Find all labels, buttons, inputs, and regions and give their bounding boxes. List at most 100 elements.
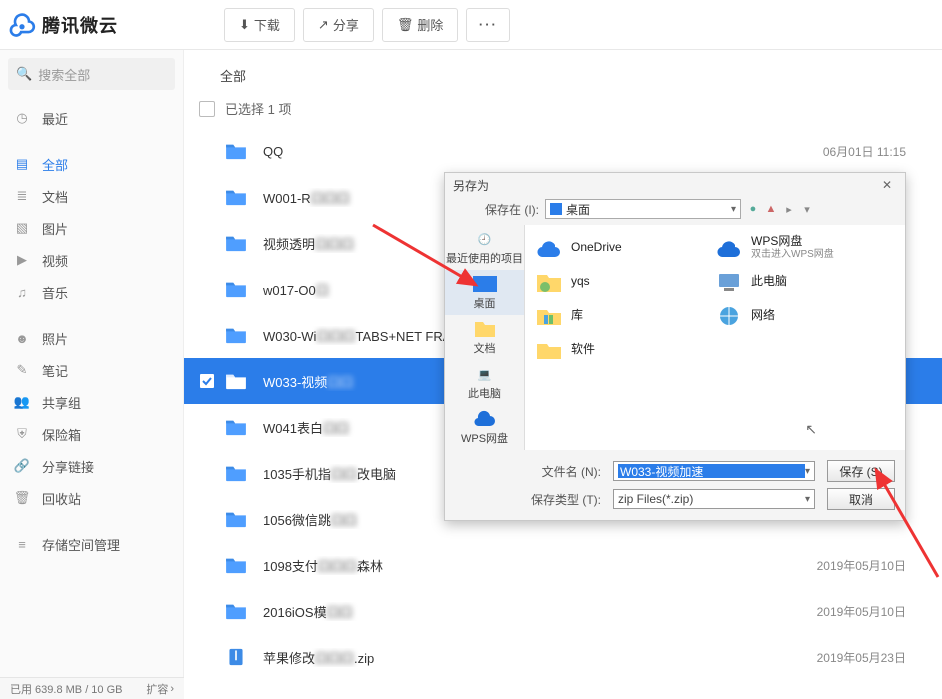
desktop-icon <box>472 274 498 294</box>
share-button[interactable]: ↗ 分享 <box>303 8 374 42</box>
file-date: 2019年05月10日 <box>817 557 906 574</box>
link-icon: 🔗 <box>14 458 30 474</box>
folder-label: 此电脑 <box>751 275 787 289</box>
sidebar-item-0[interactable]: ◷最近 <box>0 102 183 134</box>
file-name: QQ <box>263 144 823 159</box>
onedrive-icon <box>535 235 563 261</box>
place-desktop[interactable]: 桌面 <box>445 270 524 315</box>
sidebar-item-label: 存储空间管理 <box>42 535 120 554</box>
file-row[interactable]: 1098支付口口口森林2019年05月10日 <box>184 542 942 588</box>
filename-input[interactable]: ▾ <box>613 461 815 481</box>
file-row[interactable]: 苹果修改口口口.zip2019年05月23日 <box>184 634 942 677</box>
stack-icon: ≣ <box>14 188 30 204</box>
wps-icon <box>472 409 498 429</box>
sidebar-item-2[interactable]: ≣文档 <box>0 180 183 212</box>
sidebar-item-1[interactable]: ▤全部 <box>0 148 183 180</box>
chevron-down-icon: ▾ <box>805 494 810 505</box>
sidebar-item-label: 照片 <box>42 329 68 348</box>
folder-label: 软件 <box>571 343 595 357</box>
download-icon: ⬇ <box>239 17 250 33</box>
net-icon <box>715 303 743 329</box>
sidebar-item-label: 保险箱 <box>42 425 81 444</box>
dialog-close-button[interactable]: ✕ <box>877 178 897 192</box>
folder-item[interactable]: WPS网盘双击进入WPS网盘 <box>709 231 889 265</box>
download-button[interactable]: ⬇ 下载 <box>224 8 295 42</box>
place-label: 文档 <box>474 340 496 356</box>
shield-icon: ⛨ <box>14 426 30 442</box>
grid-icon: ▤ <box>14 156 30 172</box>
search-input[interactable]: 🔍 搜索全部 <box>8 58 175 90</box>
sidebar-item-10[interactable]: 🔗 分享链接 <box>0 450 183 482</box>
storage-used: 已用 639.8 MB / 10 GB <box>10 681 123 697</box>
desktop-icon <box>550 203 562 215</box>
folder-item[interactable]: 此电脑 <box>709 265 889 299</box>
share-label: 分享 <box>333 15 359 34</box>
sidebar-item-label: 视频 <box>42 251 68 270</box>
folder-item[interactable]: 库 <box>529 299 709 333</box>
breadcrumb: 全部 <box>184 50 942 95</box>
folder-item[interactable]: 软件 <box>529 333 709 367</box>
folder-label: yqs <box>571 275 590 289</box>
sidebar-item-label: 笔记 <box>42 361 68 380</box>
select-all-checkbox[interactable] <box>199 101 215 117</box>
folder-label: OneDrive <box>571 241 622 255</box>
chevron-right-icon: › <box>170 683 174 695</box>
pc2-icon <box>715 269 743 295</box>
sidebar-item-4[interactable]: ▶ 视频 <box>0 244 183 276</box>
place-docs[interactable]: 文档 <box>445 315 524 360</box>
expand-storage-button[interactable]: 扩容› <box>146 681 174 697</box>
sidebar-item-6[interactable]: ☻ 照片 <box>0 322 183 354</box>
pc-icon: 💻 <box>472 364 498 384</box>
chevron-down-icon: ▾ <box>805 466 810 477</box>
place-pc[interactable]: 💻此电脑 <box>445 360 524 405</box>
voice-icon: ☻ <box>14 330 30 346</box>
file-name: 1098支付口口口森林 <box>263 556 817 575</box>
file-date: 2019年05月10日 <box>817 603 906 620</box>
sidebar-item-9[interactable]: ⛨ 保险箱 <box>0 418 183 450</box>
folder-sub: 双击进入WPS网盘 <box>751 249 834 261</box>
place-label: 桌面 <box>474 295 496 311</box>
play-icon: ▶ <box>14 252 30 268</box>
save-button[interactable]: 保存 (S) <box>827 460 895 482</box>
sidebar-item-12[interactable]: ≡存储空间管理 <box>0 528 183 560</box>
delete-label: 删除 <box>417 15 443 34</box>
folder-item[interactable]: OneDrive <box>529 231 709 265</box>
sidebar-item-8[interactable]: 👥共享组 <box>0 386 183 418</box>
cursor-icon: ↖ <box>805 421 817 438</box>
folder-item[interactable]: yqs <box>529 265 709 299</box>
cancel-button[interactable]: 取消 <box>827 488 895 510</box>
sidebar-item-7[interactable]: ✎笔记 <box>0 354 183 386</box>
recent-icon: 🕘 <box>472 229 498 249</box>
sidebar-item-label: 共享组 <box>42 393 81 412</box>
music-icon: ♫ <box>14 284 30 300</box>
clock-icon: ◷ <box>14 110 30 126</box>
search-placeholder: 搜索全部 <box>38 65 90 84</box>
row-checkbox[interactable] <box>199 373 215 389</box>
sidebar-item-5[interactable]: ♫音乐 <box>0 276 183 308</box>
sidebar-item-label: 图片 <box>42 219 68 238</box>
dialog-title: 另存为 <box>453 177 489 194</box>
place-recent[interactable]: 🕘最近使用的项目 <box>445 225 524 270</box>
user-icon <box>535 269 563 295</box>
file-row[interactable]: 2016iOS模口口2019年05月10日 <box>184 588 942 634</box>
save-in-value: 桌面 <box>566 201 590 218</box>
save-in-combo[interactable]: 桌面 ▾ <box>545 199 741 219</box>
folder-label: 库 <box>571 309 583 323</box>
dialog-nav-icons[interactable]: ●▲▸▾ <box>747 203 813 216</box>
filetype-combo[interactable]: zip Files(*.zip) ▾ <box>613 489 815 509</box>
sidebar-item-11[interactable]: 🗑回收站 <box>0 482 183 514</box>
sidebar-item-label: 分享链接 <box>42 457 94 476</box>
trash-icon: 🗑 <box>14 490 30 506</box>
folder-item[interactable]: 网络 <box>709 299 889 333</box>
more-button[interactable]: ··· <box>466 8 510 42</box>
filetype-value: zip Files(*.zip) <box>618 492 693 506</box>
folder-label: WPS网盘 <box>751 235 834 249</box>
delete-button[interactable]: 🗑 删除 <box>382 8 459 42</box>
file-row[interactable]: QQ06月01日 11:15 <box>184 128 942 174</box>
sidebar-item-3[interactable]: ▧图片 <box>0 212 183 244</box>
place-label: 此电脑 <box>468 385 501 401</box>
place-wps[interactable]: WPS网盘 <box>445 405 524 450</box>
place-label: WPS网盘 <box>461 430 508 446</box>
share-icon: ↗ <box>318 17 329 33</box>
folder-label: 网络 <box>751 309 775 323</box>
